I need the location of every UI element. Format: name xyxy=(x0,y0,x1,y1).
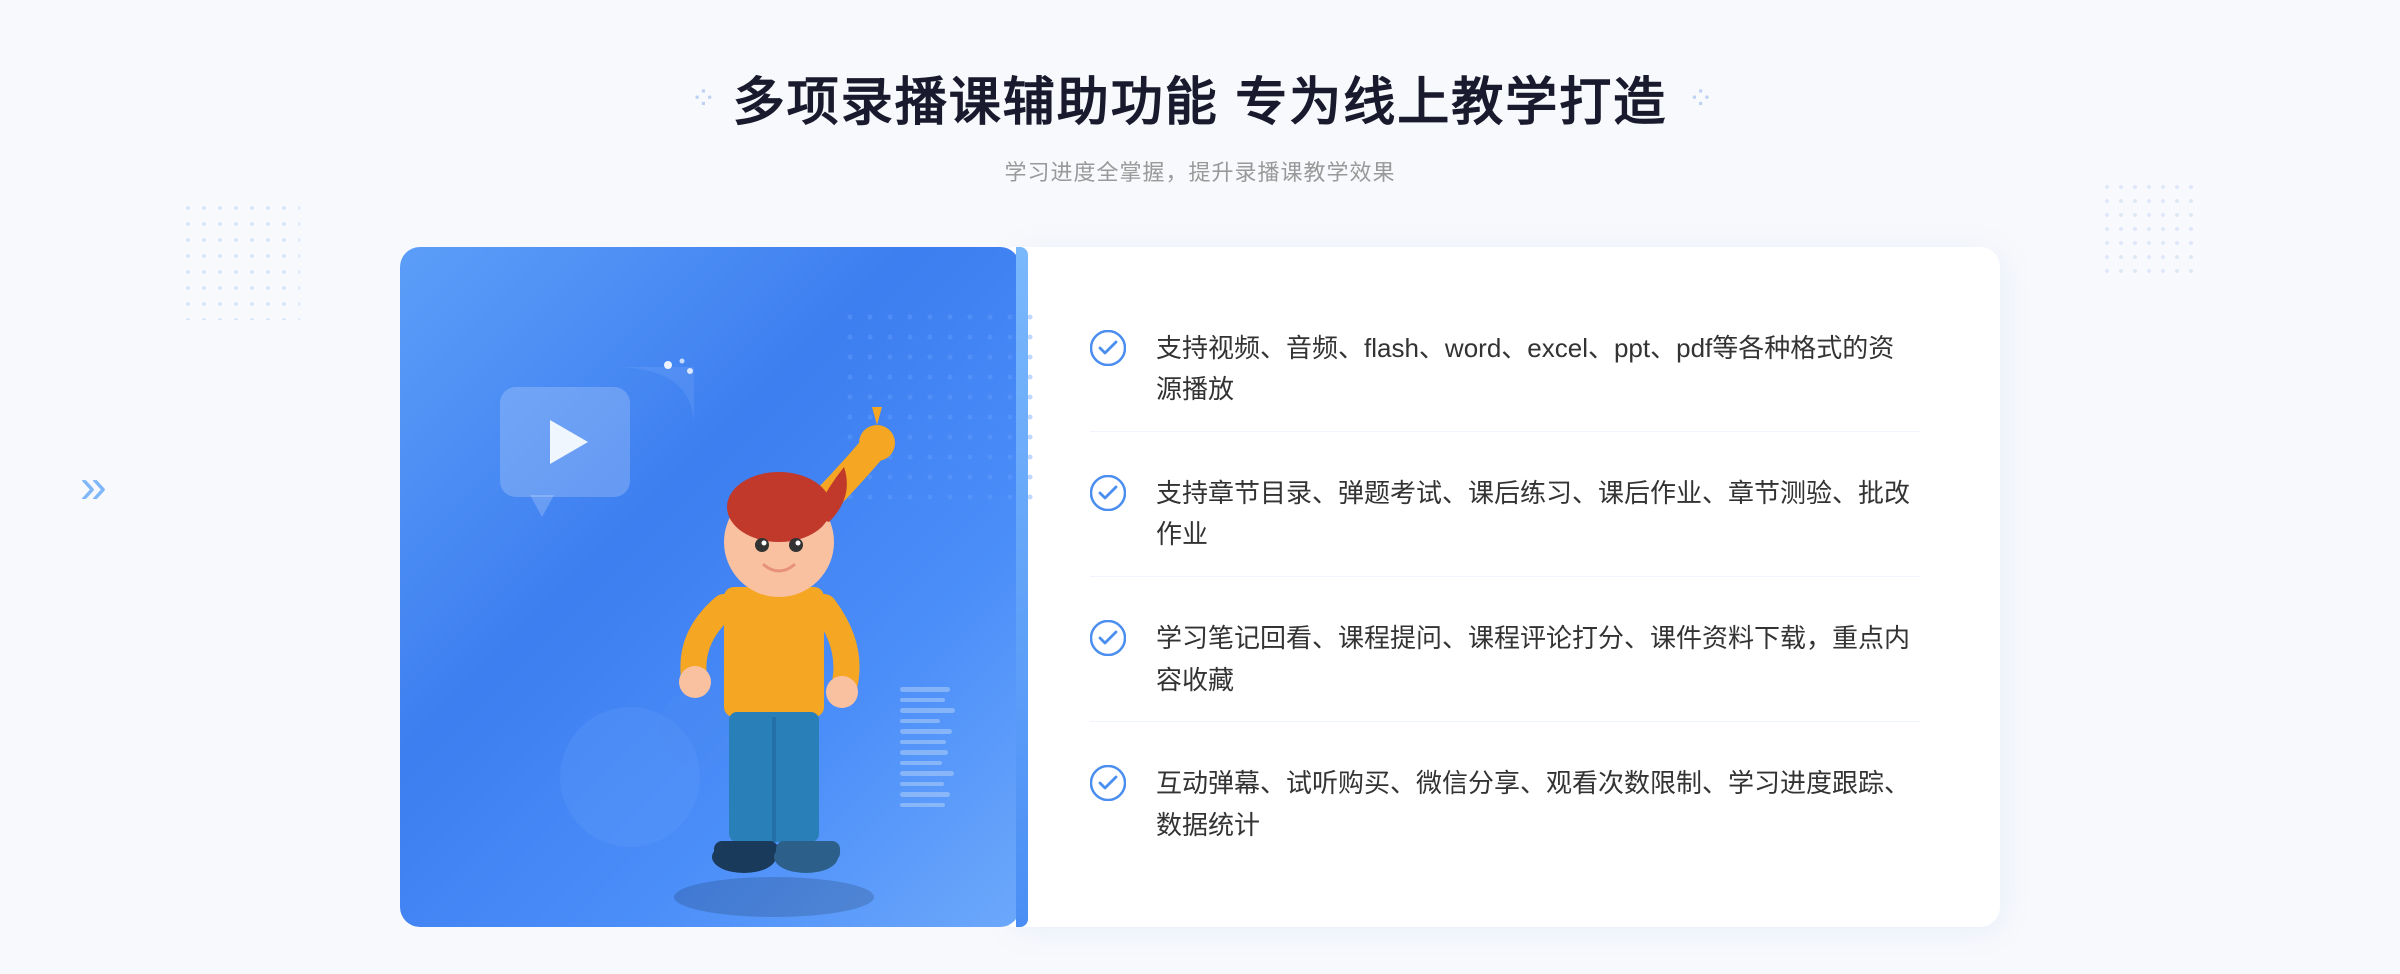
play-bubble xyxy=(500,387,630,497)
feature-text-2: 支持章节目录、弹题考试、课后练习、课后作业、章节测验、批改作业 xyxy=(1156,473,1920,556)
header-decorator-left: ⁘ xyxy=(690,79,713,117)
dots-decoration-left xyxy=(180,200,300,320)
vertical-stripe-decoration xyxy=(1016,247,1028,927)
feature-item-4: 互动弹幕、试听购买、微信分享、观看次数限制、学习进度跟踪、数据统计 xyxy=(1090,743,1920,866)
features-card: 支持视频、音频、flash、word、excel、ppt、pdf等各种格式的资源… xyxy=(1010,247,2000,927)
feature-item-1: 支持视频、音频、flash、word、excel、ppt、pdf等各种格式的资源… xyxy=(1090,308,1920,432)
character-illustration xyxy=(614,367,934,927)
feature-text-1: 支持视频、音频、flash、word、excel、ppt、pdf等各种格式的资源… xyxy=(1156,328,1920,411)
feature-text-3: 学习笔记回看、课程提问、课程评论打分、课件资料下载，重点内容收藏 xyxy=(1156,618,1920,701)
header-title-wrapper: ⁘ 多项录播课辅助功能 专为线上教学打造 ⁘ xyxy=(690,60,1710,135)
check-icon-1 xyxy=(1090,330,1126,366)
play-icon xyxy=(550,420,588,464)
feature-item-3: 学习笔记回看、课程提问、课程评论打分、课件资料下载，重点内容收藏 xyxy=(1090,598,1920,722)
feature-text-4: 互动弹幕、试听购买、微信分享、观看次数限制、学习进度跟踪、数据统计 xyxy=(1156,763,1920,846)
check-icon-4 xyxy=(1090,765,1126,801)
illustration-card xyxy=(400,247,1020,927)
page-container: » ⁘ 多项录播课辅助功能 专为线上教学打造 ⁘ 学习进度全掌握，提升录播课教学… xyxy=(0,0,2400,974)
check-icon-2 xyxy=(1090,475,1126,511)
main-content: 支持视频、音频、flash、word、excel、ppt、pdf等各种格式的资源… xyxy=(400,247,2000,927)
header-decorator-right: ⁘ xyxy=(1687,79,1710,117)
header-section: ⁘ 多项录播课辅助功能 专为线上教学打造 ⁘ 学习进度全掌握，提升录播课教学效果 xyxy=(690,60,1710,187)
chevron-left-icon: » xyxy=(80,460,107,515)
check-icon-3 xyxy=(1090,620,1126,656)
dots-decoration-right xyxy=(2100,180,2200,280)
feature-item-2: 支持章节目录、弹题考试、课后练习、课后作业、章节测验、批改作业 xyxy=(1090,453,1920,577)
page-subtitle: 学习进度全掌握，提升录播课教学效果 xyxy=(690,155,1710,187)
page-title: 多项录播课辅助功能 专为线上教学打造 xyxy=(733,60,1667,135)
